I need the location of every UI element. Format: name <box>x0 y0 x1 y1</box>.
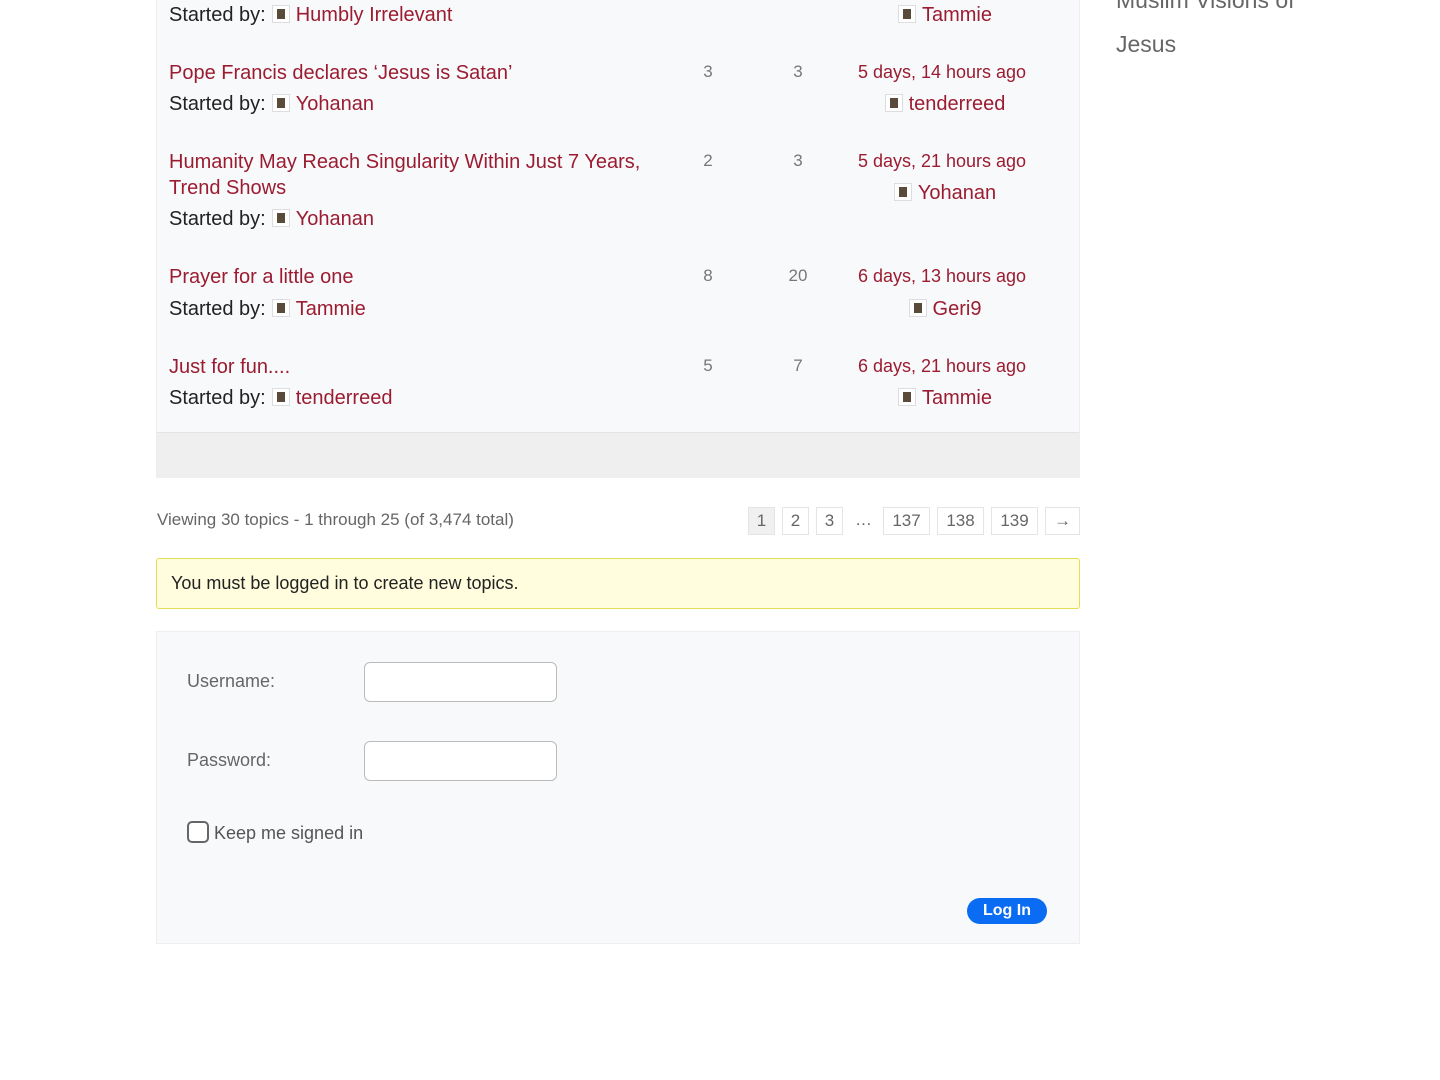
topic-started-by: Started by: Tammie <box>169 298 366 321</box>
author-link[interactable]: Yohanan <box>296 208 374 230</box>
topic-voices: 3 <box>703 62 713 81</box>
topic-posts: 3 <box>793 151 803 170</box>
topic-title[interactable]: Just for fun.... <box>169 354 290 380</box>
author-link[interactable]: Yohanan <box>296 93 374 115</box>
avatar <box>893 183 912 201</box>
login-button[interactable]: Log In <box>967 898 1047 924</box>
topic-posts: 20 <box>788 266 808 285</box>
started-by-label: Started by: <box>169 387 266 409</box>
topic-freshness[interactable]: 6 days, 13 hours ago <box>832 266 1052 287</box>
started-by-label: Started by: <box>169 208 266 230</box>
topic-started-by: Started by: Yohanan <box>169 208 374 231</box>
started-by-label: Started by: <box>169 4 266 26</box>
topic-started-by: Started by: Yohanan <box>169 93 374 116</box>
author-link[interactable]: Tammie <box>296 298 366 320</box>
avatar <box>897 5 916 23</box>
last-author: Tammie <box>832 4 1052 27</box>
avatar <box>271 388 290 406</box>
remember-label[interactable]: Keep me signed in <box>214 823 363 844</box>
avatar <box>908 299 927 317</box>
topic-voices: 8 <box>703 266 713 285</box>
remember-checkbox[interactable] <box>187 821 209 843</box>
topic-list: Started by: Humbly Irrelevant Tammie Pope… <box>156 0 1080 478</box>
avatar <box>271 209 290 227</box>
topic-freshness[interactable]: 6 days, 21 hours ago <box>832 356 1052 377</box>
avatar <box>271 5 290 23</box>
last-author-link[interactable]: Geri9 <box>933 298 982 320</box>
password-label: Password: <box>187 750 272 770</box>
username-input[interactable] <box>364 662 557 702</box>
author-link[interactable]: tenderreed <box>296 387 393 409</box>
avatar <box>884 94 903 112</box>
page-link[interactable]: 139 <box>991 507 1038 535</box>
password-input[interactable] <box>364 741 557 781</box>
avatar <box>897 388 916 406</box>
last-author: tenderreed <box>832 93 1052 116</box>
login-required-notice: You must be logged in to create new topi… <box>156 558 1080 609</box>
page-current: 1 <box>748 507 775 535</box>
page-link[interactable]: 3 <box>816 507 843 535</box>
last-author: Yohanan <box>832 182 1052 205</box>
topic-title[interactable]: Pope Francis declares ‘Jesus is Satan’ <box>169 60 513 86</box>
topic-freshness[interactable]: 5 days, 14 hours ago <box>832 62 1052 83</box>
last-author: Geri9 <box>832 298 1052 321</box>
topic-started-by: Started by: tenderreed <box>169 387 392 410</box>
last-author-link[interactable]: tenderreed <box>909 93 1006 115</box>
topic-posts: 3 <box>793 62 803 81</box>
last-author: Tammie <box>832 387 1052 410</box>
last-author-link[interactable]: Tammie <box>922 387 992 409</box>
started-by-label: Started by: <box>169 298 266 320</box>
topic-voices: 2 <box>703 151 713 170</box>
started-by-label: Started by: <box>169 93 266 115</box>
page-link[interactable]: 2 <box>782 507 809 535</box>
next-page-arrow-icon[interactable]: → <box>1045 507 1080 535</box>
sidebar-link[interactable]: Muslim Visions of Jesus <box>1116 0 1336 66</box>
topic-title[interactable]: Prayer for a little one <box>169 264 354 290</box>
avatar <box>271 299 290 317</box>
pagination-count: Viewing 30 topics - 1 through 25 (of 3,4… <box>157 510 514 529</box>
topic-started-by: Started by: Humbly Irrelevant <box>169 4 452 27</box>
topic-posts: 7 <box>793 356 803 375</box>
page-link[interactable]: 137 <box>883 507 930 535</box>
username-label: Username: <box>187 671 276 691</box>
page-dots: … <box>855 510 872 529</box>
topic-voices: 5 <box>703 356 713 375</box>
last-author-link[interactable]: Yohanan <box>918 182 996 204</box>
avatar <box>271 94 290 112</box>
topic-list-footer <box>157 432 1079 478</box>
page-link[interactable]: 138 <box>937 507 984 535</box>
author-link[interactable]: Humbly Irrelevant <box>296 4 453 26</box>
login-form: Username: Password: Keep me signed in Lo… <box>156 631 1080 944</box>
last-author-link[interactable]: Tammie <box>922 4 992 26</box>
topic-freshness[interactable]: 5 days, 21 hours ago <box>832 151 1052 172</box>
topic-title[interactable]: Humanity May Reach Singularity Within Ju… <box>169 149 669 201</box>
